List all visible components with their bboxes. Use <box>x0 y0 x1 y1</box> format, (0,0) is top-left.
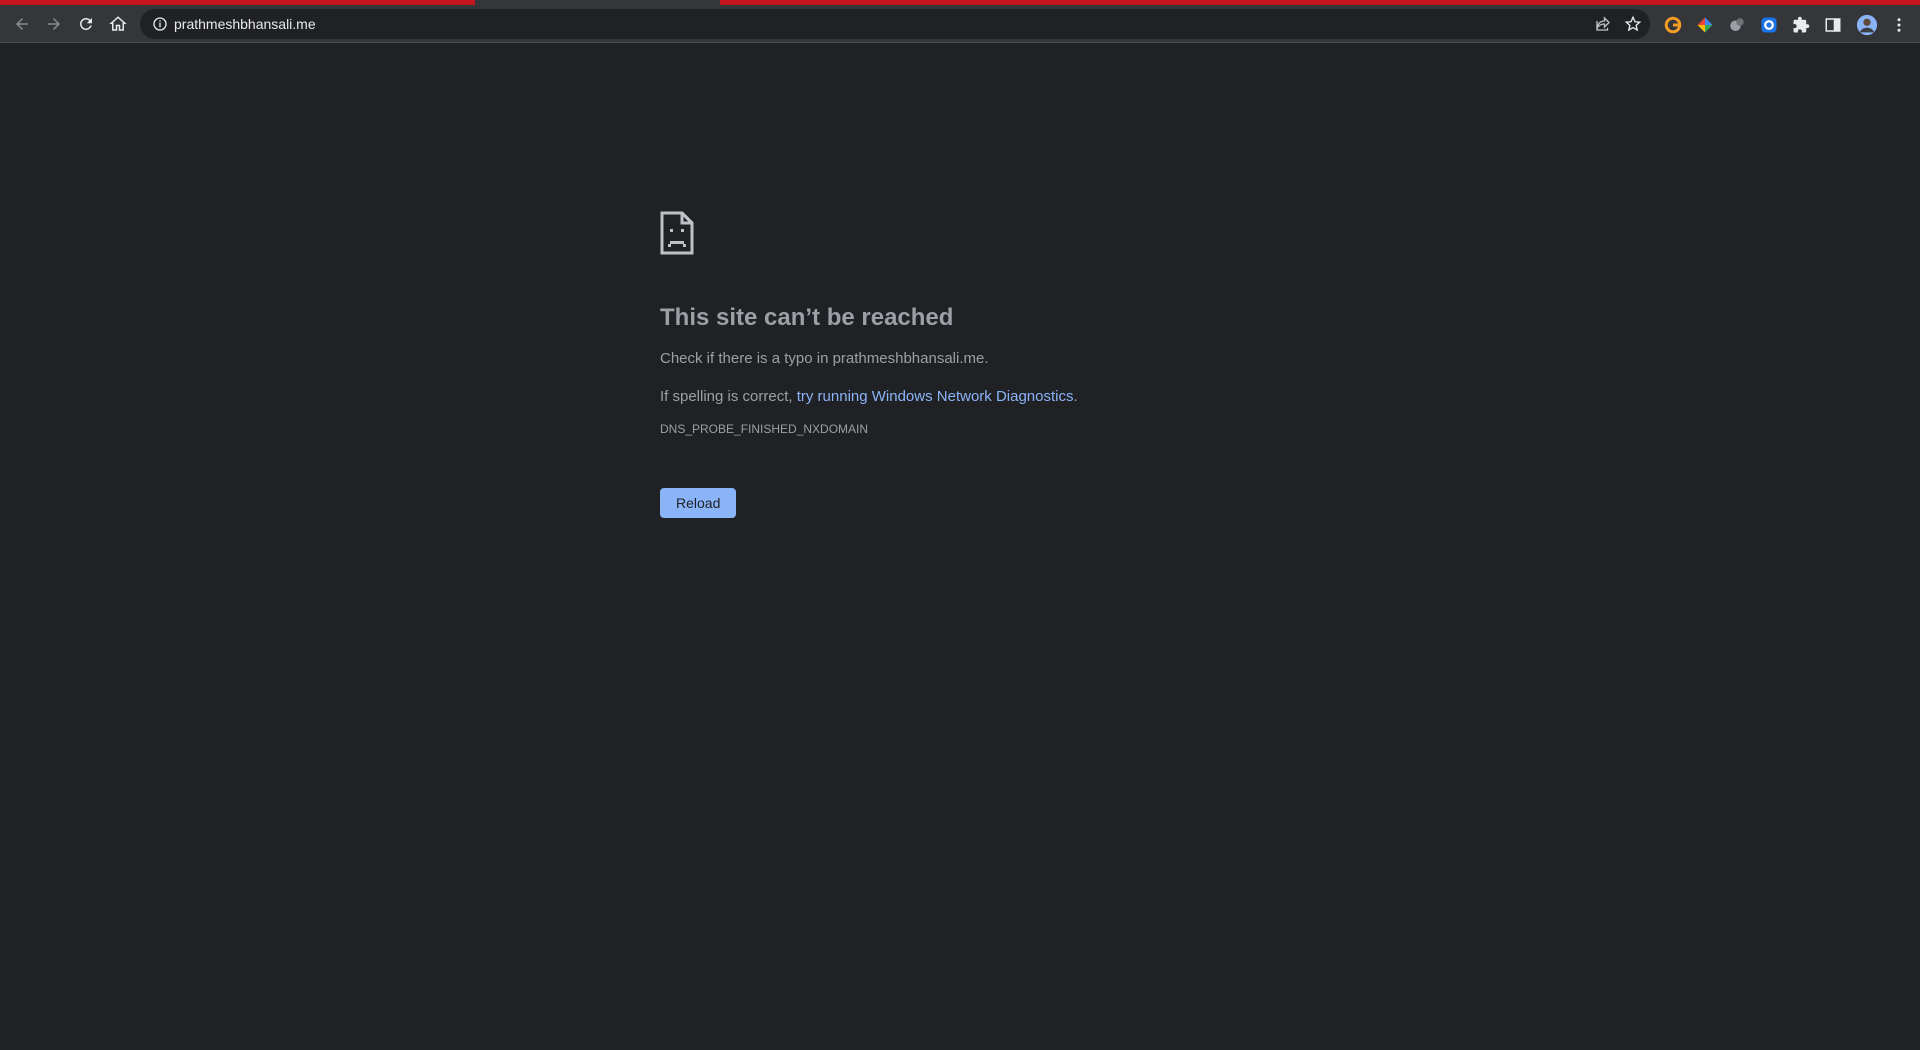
error-container: This site can’t be reached Check if ther… <box>660 211 1260 518</box>
diagnostics-hint: If spelling is correct, try running Wind… <box>660 386 1260 408</box>
diagnostics-prefix: If spelling is correct, <box>660 388 797 405</box>
back-icon <box>16 18 28 30</box>
diagnostics-suffix: . <box>1073 388 1078 405</box>
forward-icon <box>48 18 60 30</box>
browser-toolbar: prathmeshbhansali.me <box>0 5 1920 43</box>
reload-icon <box>79 17 92 30</box>
more-menu-icon[interactable] <box>1890 16 1908 34</box>
site-info-icon[interactable] <box>152 16 168 32</box>
grammarly-icon[interactable] <box>1664 16 1682 34</box>
extension-gray-icon[interactable] <box>1728 16 1746 34</box>
url-text[interactable]: prathmeshbhansali.me <box>174 16 316 32</box>
share-icon[interactable] <box>1594 15 1612 33</box>
forward-button[interactable] <box>40 10 68 38</box>
color-picker-icon[interactable] <box>1696 16 1714 34</box>
error-title: This site can’t be reached <box>660 304 954 331</box>
extension-blue-icon[interactable] <box>1760 16 1778 34</box>
home-button[interactable] <box>104 10 132 38</box>
page-content: This site can’t be reached Check if ther… <box>0 43 1920 1050</box>
back-button[interactable] <box>8 10 36 38</box>
bookmark-star-icon[interactable] <box>1624 15 1642 33</box>
puzzle-icon[interactable] <box>1792 16 1810 34</box>
home-icon <box>109 16 127 31</box>
address-bar[interactable]: prathmeshbhansali.me <box>140 9 1650 39</box>
typo-hint: Check if there is a typo in prathmeshbha… <box>660 350 989 367</box>
reload-page-button[interactable]: Reload <box>660 488 737 518</box>
network-diagnostics-link[interactable]: try running Windows Network Diagnostics <box>797 388 1074 405</box>
profile-avatar[interactable] <box>1856 14 1878 36</box>
sad-document-icon <box>660 211 694 255</box>
error-code: DNS_PROBE_FINISHED_NXDOMAIN <box>660 422 869 436</box>
reload-button[interactable] <box>72 10 100 38</box>
side-panel-icon[interactable] <box>1824 16 1842 34</box>
